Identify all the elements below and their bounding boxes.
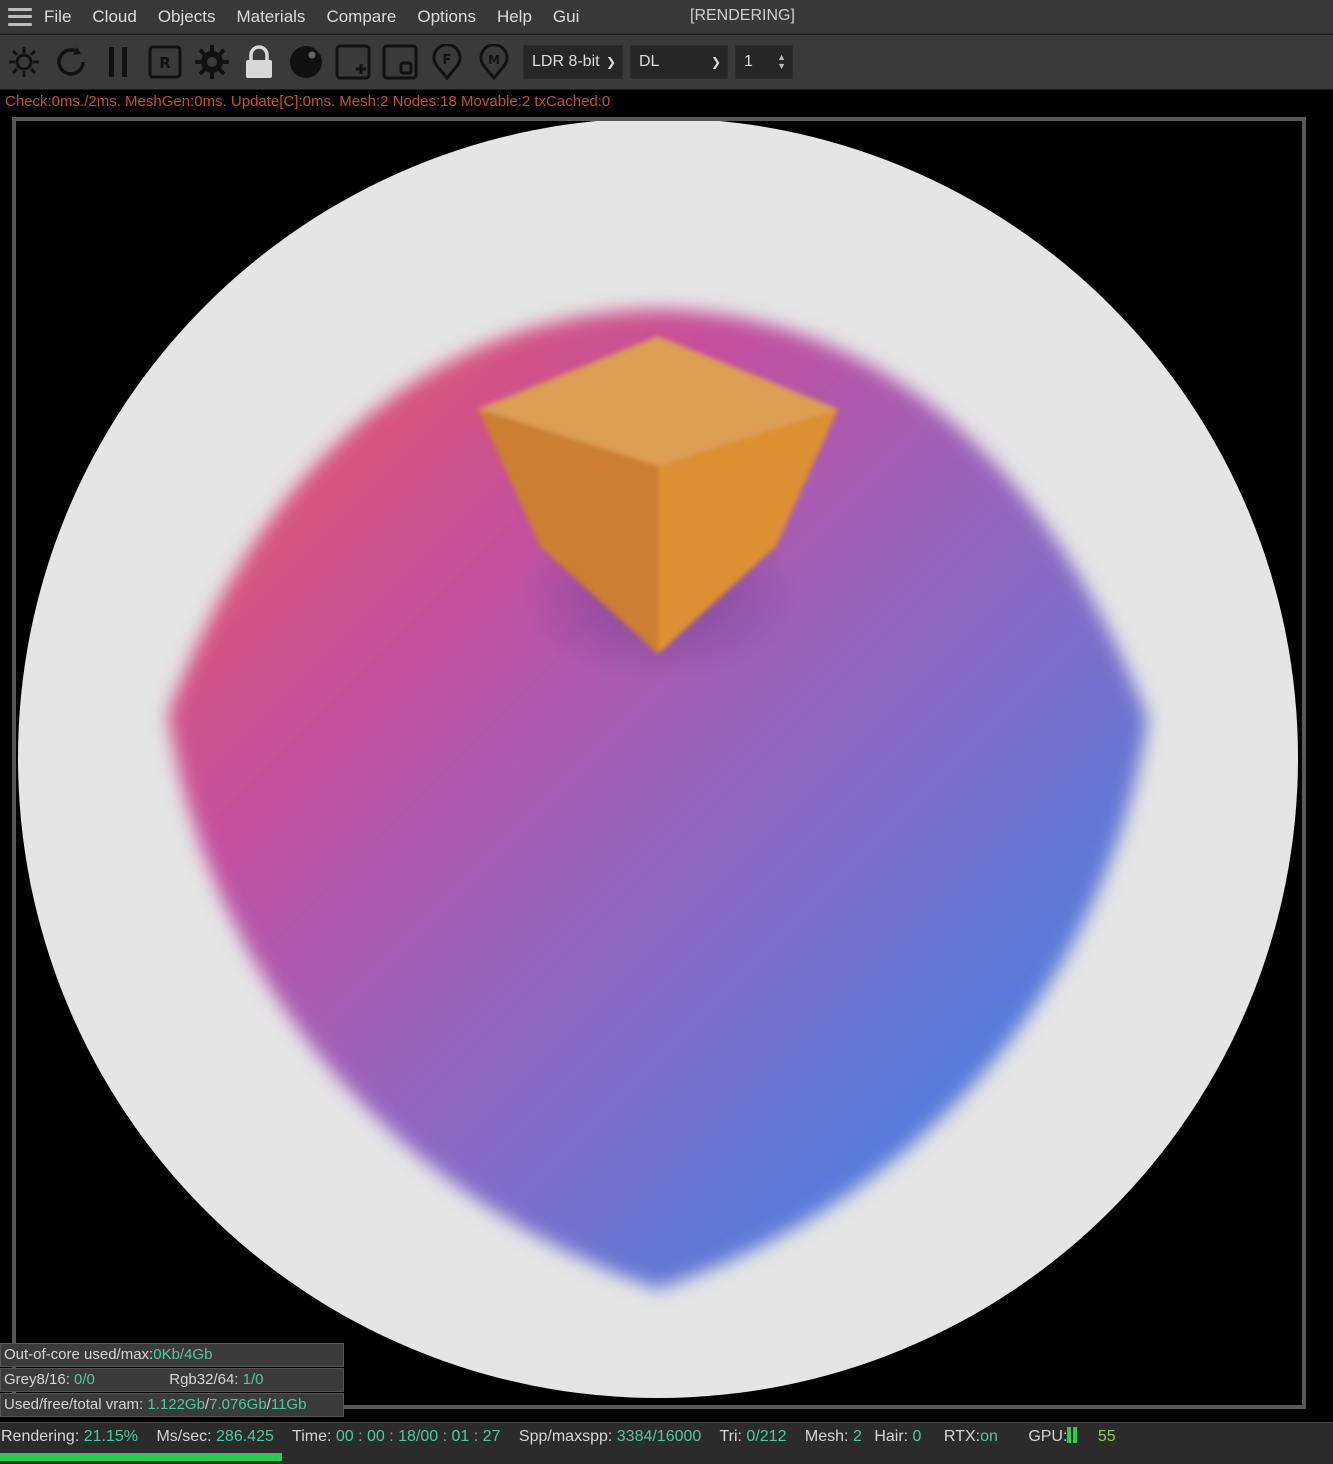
status-bar: Rendering: 21.15% Ms/sec: 286.425 Time: … [0,1422,1333,1464]
render-status-text: [RENDERING] [690,7,795,24]
kernel-select[interactable]: DL ❯ [630,45,728,79]
menu-objects[interactable]: Objects [158,7,216,27]
rgb-value: 1/0 [242,1371,264,1388]
menu-cloud[interactable]: Cloud [92,7,136,27]
gpu-load-bars-icon [1067,1427,1079,1448]
grey-value: 0/0 [74,1371,95,1388]
format-select[interactable]: LDR 8-bit ❯ [523,45,623,79]
chevron-down-icon: ❯ [605,55,616,69]
region-render-icon[interactable]: R [147,42,183,82]
toolbar: R F M LDR 8-bit ❯ DL ❯ 1 ▲ ▼ [0,35,1333,89]
rendering-label: Rendering: [1,1428,80,1445]
mssec-value: 286.425 [216,1428,274,1445]
samples-spinner[interactable]: 1 ▲ ▼ [735,45,793,79]
render-frame [12,117,1306,1409]
material-sphere-icon[interactable] [288,42,324,82]
vram-used: 1.122Gb [147,1396,205,1413]
tri-label: Tri: [719,1428,742,1445]
status-text: Rendering: 21.15% Ms/sec: 286.425 Time: … [1,1427,1130,1448]
kernel-select-value: DL [639,53,660,70]
menu-bar: File Cloud Objects Materials Compare Opt… [0,0,1333,34]
svg-text:F: F [443,53,452,68]
time-label: Time: [292,1428,332,1445]
render-progress-fill [0,1453,282,1461]
mesh-value: 2 [852,1428,862,1445]
time-value: 00 : 00 : 18/00 : 01 : 27 [335,1428,501,1445]
spinner-arrows-icon[interactable]: ▲ ▼ [777,53,786,71]
format-select-value: LDR 8-bit [532,53,600,70]
out-of-core-label: Out-of-core used/max: [4,1346,154,1363]
lock-icon[interactable] [241,42,277,82]
gpu-value: 55 [1097,1428,1116,1445]
chevron-down-icon: ❯ [710,55,721,69]
rgb-label: Rgb32/64: [169,1371,239,1388]
spp-label: Spp/maxspp: [518,1428,613,1445]
add-region-icon[interactable] [335,42,371,82]
rendering-value: 21.15% [83,1428,138,1445]
vram-free: 7.076Gb [209,1396,267,1413]
restart-icon[interactable] [53,42,89,82]
out-of-core-value: 0Kb/4Gb [153,1346,213,1363]
focus-picker-icon[interactable]: F [429,42,465,82]
menu-gui[interactable]: Gui [553,7,579,27]
settings-gear-icon[interactable] [194,42,230,82]
grey-label: Grey8/16: [4,1371,70,1388]
rtx-value: on [980,1428,998,1445]
hair-value: 0 [912,1428,922,1445]
texture-stat: Grey8/16: 0/0 Rgb32/64: 1/0 [0,1368,344,1392]
vram-total: 11Gb [270,1396,307,1413]
svg-text:R: R [159,54,171,72]
tri-value: 0/212 [746,1428,787,1445]
samples-spinner-value: 1 [744,53,753,70]
scene-info-line: Check:0ms./2ms. MeshGen:0ms. Update[C]:0… [0,90,1333,114]
out-of-core-stat: Out-of-core used/max:0Kb/4Gb [0,1343,344,1367]
gpu-label: GPU: [1028,1428,1068,1445]
vram-stat: Used/free/total vram: 1.122Gb/7.076Gb/11… [0,1393,344,1417]
film-region-icon[interactable] [382,42,418,82]
menu-compare[interactable]: Compare [326,7,396,27]
material-picker-icon[interactable]: M [476,42,512,82]
menu-options[interactable]: Options [417,7,476,27]
vram-label: Used/free/total vram: [4,1396,144,1413]
spp-value: 3384/16000 [616,1428,702,1445]
pause-icon[interactable] [100,42,136,82]
render-progress-bar [0,1453,1333,1461]
renderer-settings-icon[interactable] [6,42,42,82]
rtx-label: RTX: [943,1428,981,1445]
mesh-label: Mesh: [804,1428,849,1445]
svg-text:M: M [488,53,500,67]
menu-help[interactable]: Help [497,7,532,27]
render-viewport[interactable]: Out-of-core used/max:0Kb/4Gb Grey8/16: 0… [0,114,1333,1422]
menu-materials[interactable]: Materials [236,7,305,27]
hair-label: Hair: [874,1428,909,1445]
menu-file[interactable]: File [44,7,71,27]
hamburger-menu-icon[interactable] [8,7,32,26]
mssec-label: Ms/sec: [156,1428,212,1445]
